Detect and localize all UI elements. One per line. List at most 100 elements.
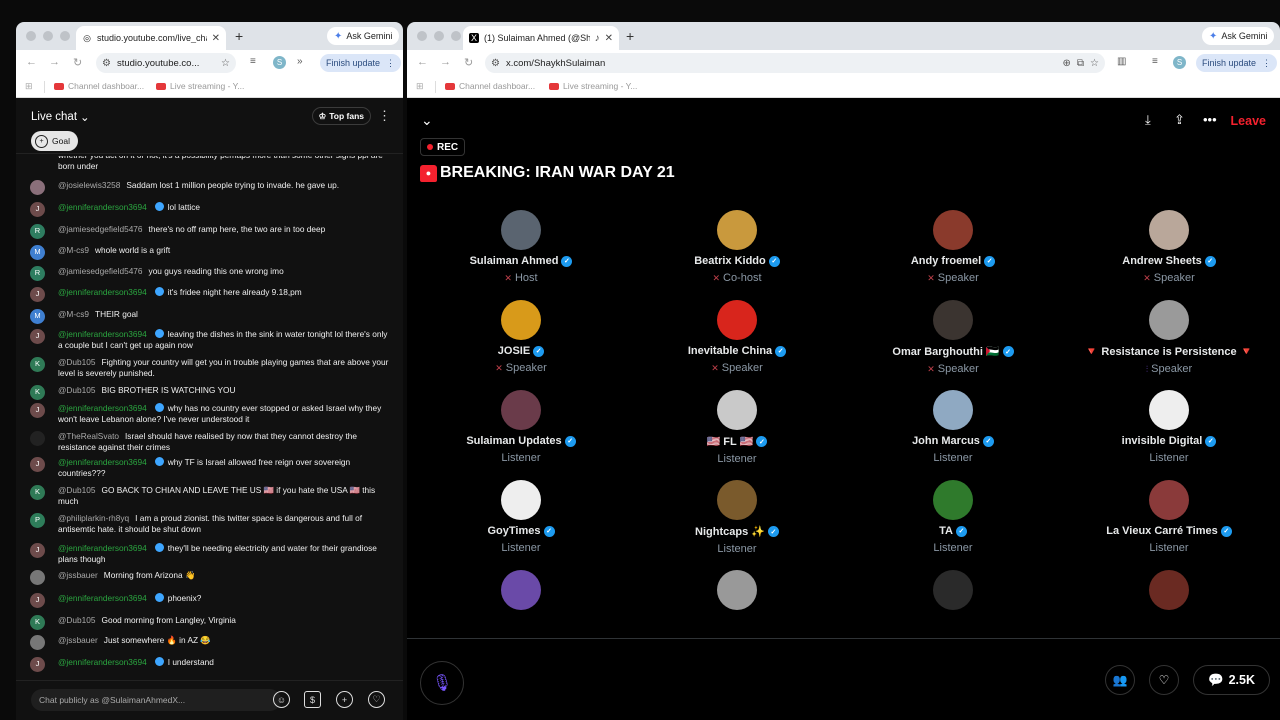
- collapse-chevron-icon[interactable]: ⌄: [421, 112, 433, 129]
- avatar[interactable]: J: [30, 593, 45, 608]
- avatar[interactable]: [1149, 480, 1189, 520]
- avatar[interactable]: [717, 390, 757, 430]
- avatar[interactable]: J: [30, 329, 45, 344]
- new-tab-button[interactable]: +: [235, 28, 243, 44]
- reload-icon[interactable]: ↻: [464, 56, 473, 69]
- bookmark-channel-dashboard[interactable]: Channel dashboar...: [54, 81, 144, 91]
- window-controls[interactable]: [26, 31, 70, 41]
- message-author[interactable]: @philiplarkin-rh8yq: [58, 513, 129, 523]
- participant[interactable]: Sulaiman Ahmed ✓ ✕ Host: [413, 210, 629, 284]
- participant[interactable]: [629, 570, 845, 610]
- new-tab-button[interactable]: +: [626, 28, 634, 44]
- top-fans-button[interactable]: ♔ Top fans: [311, 107, 371, 125]
- finish-update-button[interactable]: Finish update ⋮: [1196, 54, 1278, 72]
- message-author[interactable]: @jenniferanderson3694: [58, 457, 147, 467]
- message-author[interactable]: @Dub105: [58, 485, 96, 495]
- chat-input[interactable]: Chat publicly as @SulaimanAhmedX...: [31, 689, 281, 711]
- message-author[interactable]: @jenniferanderson3694: [58, 403, 147, 413]
- participant[interactable]: [1061, 570, 1277, 610]
- queue-icon[interactable]: ≡: [250, 56, 256, 67]
- profile-avatar[interactable]: S: [1173, 56, 1186, 69]
- replies-button[interactable]: 💬 2.5K: [1193, 665, 1270, 695]
- message-author[interactable]: @jenniferanderson3694: [58, 543, 147, 553]
- share-icon[interactable]: ⇪: [1174, 112, 1185, 128]
- message-author[interactable]: @josielewis3258: [58, 180, 120, 190]
- avatar[interactable]: [717, 210, 757, 250]
- zoom-icon[interactable]: ⊕: [1063, 58, 1071, 69]
- message-author[interactable]: @Dub105: [58, 357, 96, 367]
- message-author[interactable]: @M-cs9: [58, 245, 89, 255]
- heart-icon[interactable]: ♡: [368, 691, 385, 708]
- avatar[interactable]: K: [30, 357, 45, 372]
- participant[interactable]: John Marcus ✓ Listener: [845, 390, 1061, 464]
- sidebar-icon[interactable]: ▥: [1117, 56, 1126, 67]
- participant[interactable]: [413, 570, 629, 610]
- heart-plus-icon[interactable]: ♡: [1149, 665, 1179, 695]
- avatar[interactable]: P: [30, 513, 45, 528]
- avatar[interactable]: [933, 210, 973, 250]
- minimize-space-icon[interactable]: ⤓: [1145, 112, 1151, 128]
- avatar[interactable]: R: [30, 266, 45, 281]
- avatar[interactable]: M: [30, 245, 45, 260]
- avatar[interactable]: K: [30, 485, 45, 500]
- reload-icon[interactable]: ↻: [73, 56, 82, 69]
- message-author[interactable]: @jenniferanderson3694: [58, 329, 147, 339]
- message-author[interactable]: @jssbauer: [58, 570, 98, 580]
- avatar[interactable]: [933, 390, 973, 430]
- avatar[interactable]: [717, 570, 757, 610]
- message-author[interactable]: @jenniferanderson3694: [58, 657, 147, 667]
- avatar[interactable]: [717, 480, 757, 520]
- live-chat-dropdown[interactable]: Live chat ⌄: [31, 110, 90, 124]
- avatar[interactable]: [933, 480, 973, 520]
- more-options-icon[interactable]: •••: [1203, 112, 1217, 127]
- microphone-icon[interactable]: 🎙: [420, 661, 464, 705]
- forward-icon[interactable]: →: [440, 56, 451, 68]
- more-options-icon[interactable]: ⋮: [378, 108, 391, 124]
- ask-gemini-button[interactable]: ✦ Ask Gemini: [327, 27, 400, 45]
- participant[interactable]: JOSIE ✓ ✕ Speaker: [413, 300, 629, 374]
- avatar[interactable]: [30, 431, 45, 446]
- apps-grid-icon[interactable]: ⊞: [416, 81, 424, 92]
- participant[interactable]: Omar Barghouthi 🇵🇸 ✓ ✕ Speaker: [845, 300, 1061, 375]
- message-author[interactable]: @jamiesedgefield5476: [58, 224, 143, 234]
- url-field[interactable]: ⚙ studio.youtube.co... ☆: [96, 53, 236, 73]
- participant[interactable]: 🇺🇸 FL 🇺🇸 ✓ Listener: [629, 390, 845, 465]
- super-chat-icon[interactable]: $: [304, 691, 321, 708]
- avatar[interactable]: [933, 570, 973, 610]
- bookmark-star-icon[interactable]: ☆: [221, 58, 230, 69]
- profile-avatar[interactable]: S: [273, 56, 286, 69]
- avatar[interactable]: J: [30, 657, 45, 672]
- message-author[interactable]: @TheRealSvato: [58, 431, 119, 441]
- avatar[interactable]: [501, 480, 541, 520]
- participant[interactable]: Nightcaps ✨ ✓ Listener: [629, 480, 845, 555]
- avatar[interactable]: K: [30, 615, 45, 630]
- message-author[interactable]: @jamiesedgefield5476: [58, 266, 143, 276]
- message-author[interactable]: @jenniferanderson3694: [58, 287, 147, 297]
- message-author[interactable]: @jenniferanderson3694: [58, 593, 147, 603]
- participant[interactable]: Andy froemel ✓ ✕ Speaker: [845, 210, 1061, 284]
- browser-tab[interactable]: X (1) Sulaiman Ahmed (@Sh ♪ ✕: [463, 26, 619, 50]
- avatar[interactable]: [501, 390, 541, 430]
- goal-chip[interactable]: + Goal: [31, 131, 78, 151]
- ask-gemini-button[interactable]: ✦ Ask Gemini: [1202, 27, 1275, 45]
- avatar[interactable]: [501, 210, 541, 250]
- participant[interactable]: Andrew Sheets ✓ ✕ Speaker: [1061, 210, 1277, 284]
- participant[interactable]: TA ✓ Listener: [845, 480, 1061, 554]
- avatar[interactable]: [30, 180, 45, 195]
- bookmark-star-icon[interactable]: ☆: [1090, 58, 1099, 69]
- participant[interactable]: La Vieux Carré Times ✓ Listener: [1061, 480, 1277, 554]
- participant[interactable]: Sulaiman Updates ✓ Listener: [413, 390, 629, 464]
- close-tab-icon[interactable]: ✕: [212, 33, 220, 44]
- people-icon[interactable]: 👥: [1105, 665, 1135, 695]
- forward-icon[interactable]: →: [49, 56, 60, 68]
- emoji-icon[interactable]: ☺: [273, 691, 290, 708]
- participant[interactable]: 🔻 Resistance is Persistence 🔻 ⫶ Speaker: [1061, 300, 1277, 375]
- avatar[interactable]: [1149, 570, 1189, 610]
- avatar[interactable]: [30, 570, 45, 585]
- back-icon[interactable]: ←: [417, 56, 428, 68]
- install-app-icon[interactable]: ⧉: [1077, 58, 1084, 69]
- avatar[interactable]: [717, 300, 757, 340]
- participant[interactable]: Inevitable China ✓ ✕ Speaker: [629, 300, 845, 374]
- speaker-icon[interactable]: ♪: [595, 33, 600, 44]
- leave-button[interactable]: Leave: [1231, 114, 1266, 128]
